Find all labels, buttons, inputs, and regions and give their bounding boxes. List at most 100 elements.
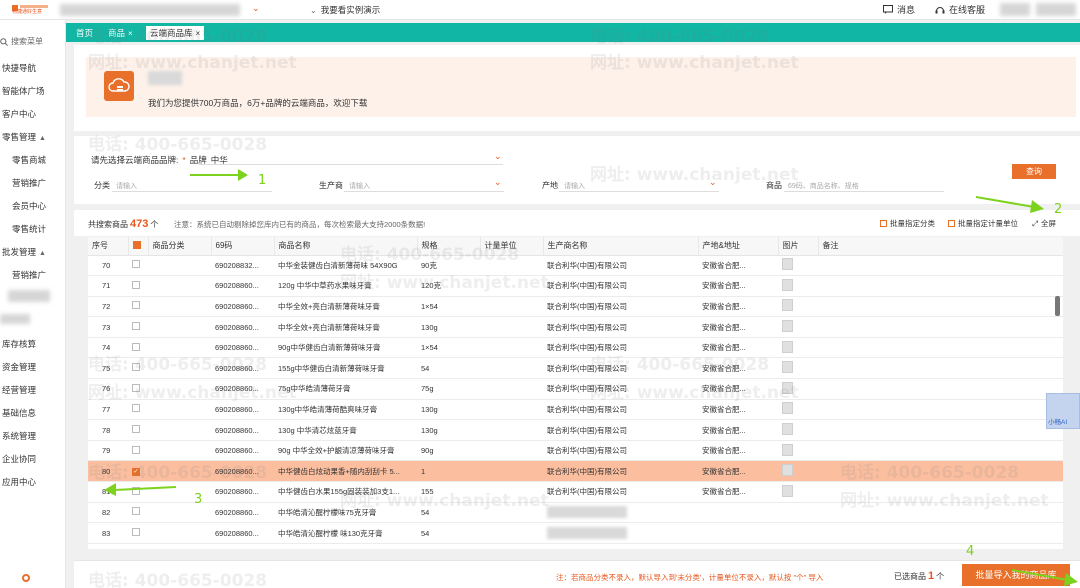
- row-unit[interactable]: [480, 255, 543, 277]
- nav-basic-info[interactable]: 基础信息: [2, 407, 36, 419]
- row-remark[interactable]: [818, 275, 1063, 297]
- row-image[interactable]: [778, 419, 818, 441]
- row-category[interactable]: [148, 255, 211, 277]
- row-select-cell[interactable]: [128, 378, 148, 400]
- tab-products[interactable]: 商品 ×: [104, 26, 137, 40]
- tab-home[interactable]: 首页: [72, 26, 97, 40]
- nav-enterprise-collab[interactable]: 企业协同: [2, 453, 36, 465]
- row-image[interactable]: [778, 481, 818, 503]
- chevron-down-icon[interactable]: ⌄: [709, 177, 717, 188]
- row-checkbox[interactable]: [132, 260, 140, 269]
- row-remark[interactable]: [818, 357, 1063, 380]
- row-image[interactable]: [778, 296, 818, 318]
- user-name-blurred[interactable]: [1036, 3, 1076, 16]
- row-image[interactable]: [778, 378, 818, 400]
- row-checkbox[interactable]: ✓: [132, 468, 140, 477]
- row-remark[interactable]: [818, 337, 1063, 359]
- nav-quick-nav[interactable]: 快捷导航: [2, 62, 36, 74]
- nav-agent-plaza[interactable]: 智能体广场: [2, 85, 45, 97]
- row-category[interactable]: [148, 357, 211, 380]
- col-header-select-all[interactable]: [128, 237, 149, 256]
- origin-input[interactable]: 请输入: [564, 181, 585, 191]
- nav-customer-center[interactable]: 客户中心: [2, 108, 36, 120]
- row-image[interactable]: [778, 337, 818, 359]
- category-field[interactable]: 分类 请输入: [94, 180, 137, 191]
- close-icon[interactable]: ×: [196, 29, 201, 38]
- row-unit[interactable]: [480, 419, 543, 441]
- row-unit[interactable]: [480, 481, 543, 503]
- row-unit[interactable]: [480, 502, 543, 524]
- close-icon[interactable]: ×: [128, 29, 133, 38]
- row-select-cell[interactable]: [128, 275, 148, 297]
- chevron-down-icon[interactable]: ⌄: [494, 151, 502, 162]
- nav-business-management[interactable]: 经营管理: [2, 384, 36, 396]
- image-thumbnail-icon[interactable]: [782, 484, 793, 497]
- org-name-blurred[interactable]: [60, 4, 240, 16]
- row-image[interactable]: [778, 255, 818, 277]
- user-avatar-blurred[interactable]: [1000, 3, 1030, 16]
- select-all-checkbox[interactable]: [132, 240, 141, 249]
- table-scrollbar[interactable]: [1055, 296, 1060, 316]
- org-dropdown-chevron-icon[interactable]: ⌄: [252, 3, 260, 14]
- row-image[interactable]: [778, 460, 818, 483]
- image-thumbnail-icon[interactable]: [782, 464, 793, 477]
- row-remark[interactable]: [818, 296, 1063, 318]
- row-checkbox[interactable]: [132, 507, 140, 516]
- table-row[interactable]: 73 690208860... 中华全效+亮白清新薄荷味牙膏 130g 联合利华(中国)…: [88, 316, 1063, 338]
- row-remark[interactable]: [818, 481, 1063, 503]
- row-select-cell[interactable]: [128, 419, 148, 441]
- row-remark[interactable]: [818, 522, 1063, 544]
- nav-inventory-accounting[interactable]: 库存核算: [2, 338, 36, 350]
- row-remark[interactable]: [818, 378, 1063, 400]
- row-category[interactable]: [148, 296, 211, 318]
- row-remark[interactable]: [818, 419, 1063, 441]
- row-image[interactable]: [778, 316, 818, 338]
- row-category[interactable]: [148, 419, 211, 441]
- row-remark[interactable]: [818, 255, 1063, 277]
- image-thumbnail-icon[interactable]: [782, 402, 793, 415]
- nav-retail-statistics[interactable]: 零售统计: [12, 223, 46, 235]
- table-row[interactable]: 74 690208860... 90g中华健齿白清新薄荷味牙膏 1×54 联合利华(中国…: [88, 337, 1063, 359]
- row-select-cell[interactable]: [128, 522, 148, 544]
- row-unit[interactable]: [480, 275, 543, 297]
- origin-field[interactable]: 产地 请输入: [542, 180, 585, 191]
- row-unit[interactable]: [480, 460, 543, 483]
- table-row[interactable]: 78 690208860... 130g 中华清芯炫蓝牙膏 130g 联合利华(中国)有…: [88, 419, 1063, 441]
- image-thumbnail-icon[interactable]: [782, 340, 793, 353]
- row-category[interactable]: [148, 440, 211, 462]
- image-thumbnail-icon[interactable]: [782, 278, 793, 291]
- row-remark[interactable]: [818, 399, 1063, 421]
- table-row[interactable]: 80 ✓ 690208860... 中华健齿白炫动果香+随内刮刮卡 5... 1 联合利华…: [88, 460, 1063, 483]
- row-select-cell[interactable]: [128, 440, 148, 462]
- manufacturer-field[interactable]: 生产商 请输入: [319, 180, 370, 191]
- query-button[interactable]: 查询: [1012, 164, 1056, 179]
- row-category[interactable]: [148, 316, 211, 338]
- row-checkbox[interactable]: [132, 528, 140, 537]
- table-row[interactable]: 83 690208860... 中华皓清沁醒柠檬 味130克牙膏 54: [88, 522, 1063, 544]
- image-thumbnail-icon[interactable]: [782, 423, 793, 436]
- row-image[interactable]: [778, 440, 818, 462]
- demo-link[interactable]: ⌄ 我要看实例演示: [310, 4, 380, 16]
- row-checkbox[interactable]: [132, 301, 140, 310]
- gear-icon[interactable]: [22, 574, 30, 582]
- row-remark[interactable]: [818, 440, 1063, 462]
- row-category[interactable]: [148, 378, 211, 400]
- category-input[interactable]: 请输入: [116, 181, 137, 191]
- row-image[interactable]: [778, 275, 818, 297]
- row-remark[interactable]: [818, 502, 1063, 524]
- row-checkbox[interactable]: [132, 363, 140, 372]
- table-row[interactable]: 75 690208860... 155g中华健齿白清新薄荷味牙膏 54 联合利华(中国)…: [88, 357, 1063, 380]
- row-checkbox[interactable]: [132, 280, 140, 289]
- row-remark[interactable]: [818, 460, 1063, 483]
- table-row[interactable]: 79 690208860... 90g 中华全效+护龈清凉薄荷味牙膏 90g 联合利华(…: [88, 440, 1063, 462]
- row-select-cell[interactable]: [128, 316, 148, 338]
- row-unit[interactable]: [480, 399, 543, 421]
- nav-retail-mall[interactable]: 零售商城: [12, 154, 46, 166]
- row-checkbox[interactable]: [132, 322, 140, 331]
- nav-wholesale-management[interactable]: 批发管理 ▲: [2, 246, 46, 258]
- row-category[interactable]: [148, 337, 211, 359]
- row-checkbox[interactable]: [132, 342, 140, 351]
- nav-blurred-item[interactable]: [0, 314, 30, 324]
- row-select-cell[interactable]: ✓: [128, 460, 148, 483]
- row-unit[interactable]: [480, 522, 543, 544]
